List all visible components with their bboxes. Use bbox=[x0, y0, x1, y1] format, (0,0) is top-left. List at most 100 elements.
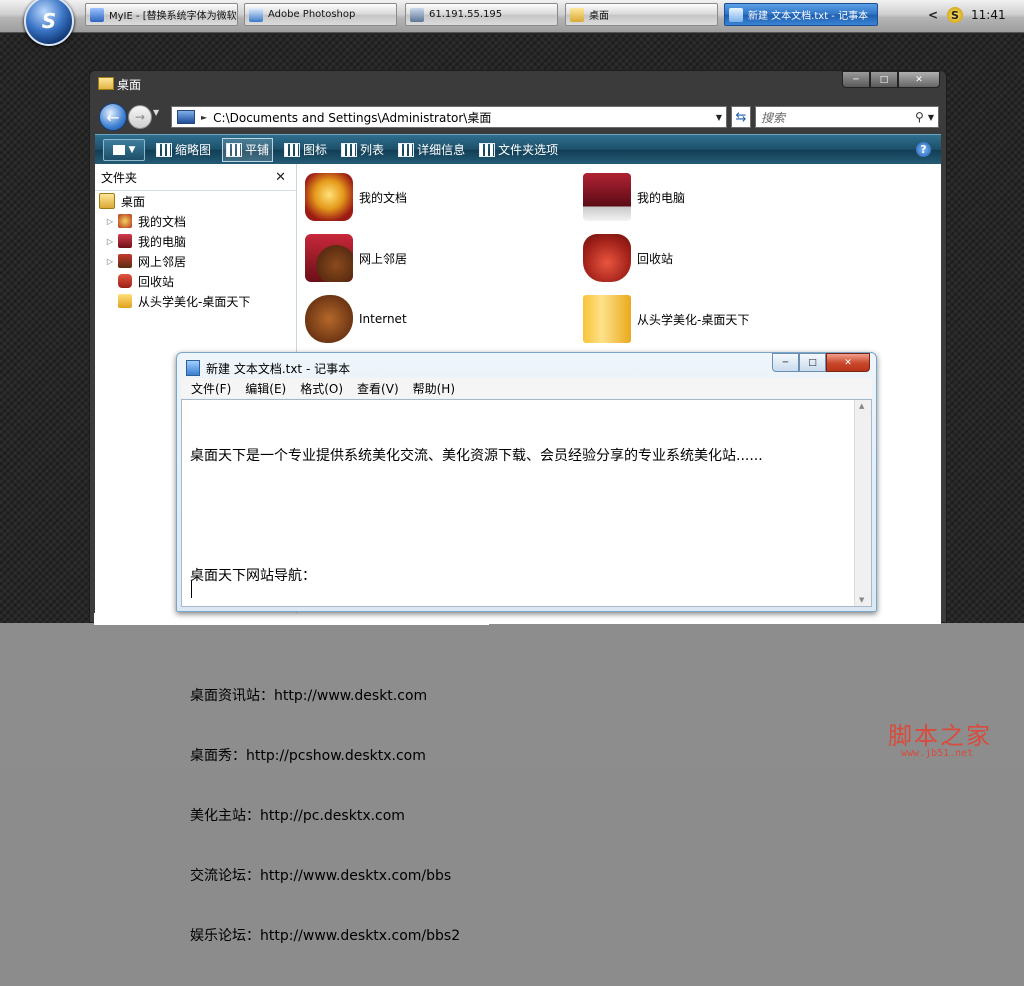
vertical-scrollbar[interactable]: ▲ ▼ bbox=[854, 400, 871, 606]
my-computer-icon bbox=[583, 173, 631, 221]
tile-network[interactable]: 网上邻居 bbox=[305, 230, 575, 286]
toolbar-thumbnails[interactable]: 缩略图 bbox=[153, 139, 214, 161]
notepad-text-area[interactable]: 桌面天下是一个专业提供系统美化交流、美化资源下载、会员经验分享的专业系统美化站.… bbox=[181, 399, 872, 944]
menu-format[interactable]: 格式(O) bbox=[300, 380, 343, 397]
folders-pane-title: 文件夹 bbox=[101, 170, 138, 185]
text-line: 交流论坛：http://www.desktx.com/bbs bbox=[190, 868, 452, 884]
text-line: 桌面秀：http://pcshow.desktx.com bbox=[190, 748, 426, 764]
back-button[interactable]: ← bbox=[99, 103, 127, 131]
menu-help[interactable]: 帮助(H) bbox=[413, 380, 455, 397]
tiles-icon bbox=[226, 142, 243, 157]
views-button[interactable]: ▼ bbox=[103, 138, 145, 161]
notepad-window: 新建 文本文档.txt - 记事本 ─ □ ✕ 文件(F) 编辑(E) 格式(O… bbox=[176, 352, 877, 944]
folder-icon bbox=[570, 7, 584, 22]
menu-view[interactable]: 查看(V) bbox=[357, 380, 399, 397]
toolbar-details[interactable]: 详细信息 bbox=[395, 139, 468, 161]
expand-icon[interactable]: ▷ bbox=[105, 257, 115, 266]
tile-folder[interactable]: 从头学美化-桌面天下 bbox=[583, 291, 853, 347]
arrow-left-icon: ← bbox=[106, 107, 120, 127]
notepad-icon bbox=[186, 360, 200, 376]
window-title: 桌面 bbox=[117, 78, 142, 92]
remote-desktop-icon bbox=[410, 7, 424, 22]
scroll-down-icon[interactable]: ▼ bbox=[859, 596, 864, 604]
taskbar-button-myie[interactable]: MyIE - [替换系统字体为微软雅... bbox=[85, 3, 238, 26]
notepad-close-button[interactable]: ✕ bbox=[826, 353, 870, 372]
forward-button[interactable]: → bbox=[128, 105, 152, 129]
start-logo-icon: S bbox=[41, 9, 57, 33]
notepad-content: 桌面天下是一个专业提供系统美化交流、美化资源下载、会员经验分享的专业系统美化站.… bbox=[190, 406, 763, 986]
list-icon bbox=[341, 142, 358, 157]
details-icon bbox=[398, 142, 415, 157]
history-dropdown[interactable]: ▼ bbox=[153, 108, 159, 117]
scroll-up-icon[interactable]: ▲ bbox=[859, 402, 864, 410]
address-text[interactable]: C:\Documents and Settings\Administrator\… bbox=[213, 109, 716, 126]
my-documents-icon bbox=[305, 173, 353, 221]
menu-edit[interactable]: 编辑(E) bbox=[245, 380, 286, 397]
tray-app-icon[interactable]: S bbox=[947, 7, 963, 23]
tree-item-my-documents[interactable]: ▷ 我的文档 bbox=[95, 211, 296, 231]
toolbar-icons[interactable]: 图标 bbox=[281, 139, 330, 161]
folder-icon bbox=[583, 295, 631, 343]
refresh-button[interactable]: ⇆ bbox=[731, 106, 751, 128]
search-icon[interactable]: ⚲ bbox=[915, 110, 924, 124]
menu-file[interactable]: 文件(F) bbox=[191, 380, 231, 397]
recycle-bin-icon bbox=[118, 274, 132, 288]
notepad-menu-bar: 文件(F) 编辑(E) 格式(O) 查看(V) 帮助(H) bbox=[181, 378, 872, 398]
toolbar-list[interactable]: 列表 bbox=[338, 139, 387, 161]
notepad-icon bbox=[729, 7, 743, 22]
search-input[interactable]: 搜索 bbox=[756, 109, 915, 126]
toolbar-folder-options[interactable]: 文件夹选项 bbox=[476, 139, 561, 161]
expand-icon[interactable]: ▷ bbox=[105, 217, 115, 226]
folder-tree: 桌面 ▷ 我的文档 ▷ 我的电脑 ▷ 网上邻居 回收站 从头学美化-桌面天下 bbox=[95, 191, 296, 311]
tray-expand-button[interactable]: < bbox=[928, 8, 938, 22]
notepad-maximize-button[interactable]: □ bbox=[799, 353, 826, 372]
address-bar[interactable]: ► C:\Documents and Settings\Administrato… bbox=[171, 106, 727, 128]
text-line: 桌面天下是一个专业提供系统美化交流、美化资源下载、会员经验分享的专业系统美化站.… bbox=[190, 448, 763, 464]
expand-icon[interactable]: ▷ bbox=[105, 237, 115, 246]
search-box[interactable]: 搜索 ⚲ ▼ bbox=[755, 106, 939, 128]
chevron-right-icon: ► bbox=[201, 112, 208, 122]
clock[interactable]: 11:41 bbox=[971, 8, 1006, 22]
network-icon bbox=[118, 254, 132, 268]
notepad-caption-buttons: ─ □ ✕ bbox=[772, 353, 870, 372]
text-line: ​ bbox=[190, 626, 763, 646]
internet-icon bbox=[305, 295, 353, 343]
close-button[interactable]: ✕ bbox=[898, 71, 940, 88]
tree-item-my-computer[interactable]: ▷ 我的电脑 bbox=[95, 231, 296, 251]
tree-item-recycle-bin[interactable]: 回收站 bbox=[95, 271, 296, 291]
taskbar-button-remote[interactable]: 61.191.55.195 bbox=[405, 3, 558, 26]
notepad-minimize-button[interactable]: ─ bbox=[772, 353, 799, 372]
folder-icon bbox=[98, 77, 114, 90]
toolbar-tiles[interactable]: 平铺 bbox=[222, 137, 274, 162]
caption-buttons: ─ □ ✕ bbox=[842, 71, 940, 88]
refresh-icon: ⇆ bbox=[735, 109, 747, 125]
text-line: 美化主站：http://pc.desktx.com bbox=[190, 808, 405, 824]
maximize-button[interactable]: □ bbox=[870, 71, 898, 88]
tree-item-folder[interactable]: 从头学美化-桌面天下 bbox=[95, 291, 296, 311]
tile-internet[interactable]: Internet bbox=[305, 291, 575, 347]
photoshop-icon bbox=[249, 7, 263, 22]
address-row: ← → ▼ ► C:\Documents and Settings\Admini… bbox=[95, 100, 941, 134]
icons-icon bbox=[284, 142, 301, 157]
taskbar-button-notepad[interactable]: 新建 文本文档.txt - 记事本 bbox=[724, 3, 878, 26]
tree-item-desktop[interactable]: 桌面 bbox=[95, 191, 296, 211]
taskbar-button-photoshop[interactable]: Adobe Photoshop bbox=[244, 3, 397, 26]
chevron-down-icon[interactable]: ▼ bbox=[928, 113, 934, 122]
close-icon[interactable]: ✕ bbox=[275, 170, 286, 185]
tile-recycle-bin[interactable]: 回收站 bbox=[583, 230, 853, 286]
tree-item-network[interactable]: ▷ 网上邻居 bbox=[95, 251, 296, 271]
minimize-button[interactable]: ─ bbox=[842, 71, 870, 88]
recycle-bin-icon bbox=[583, 234, 631, 282]
chevron-down-icon[interactable]: ▼ bbox=[716, 113, 722, 122]
tile-my-computer[interactable]: 我的电脑 bbox=[583, 169, 853, 225]
notepad-title: 新建 文本文档.txt - 记事本 bbox=[206, 362, 351, 376]
folder-icon bbox=[118, 294, 132, 308]
taskbar-button-desktop-folder[interactable]: 桌面 bbox=[565, 3, 718, 26]
help-icon[interactable]: ? bbox=[916, 142, 931, 157]
myie-icon bbox=[90, 7, 104, 22]
network-icon bbox=[305, 234, 353, 282]
watermark-logo: 脚本之家 bbox=[888, 722, 992, 750]
tile-my-documents[interactable]: 我的文档 bbox=[305, 169, 575, 225]
thumbnails-icon bbox=[156, 142, 172, 157]
text-line: ​ bbox=[190, 506, 763, 526]
